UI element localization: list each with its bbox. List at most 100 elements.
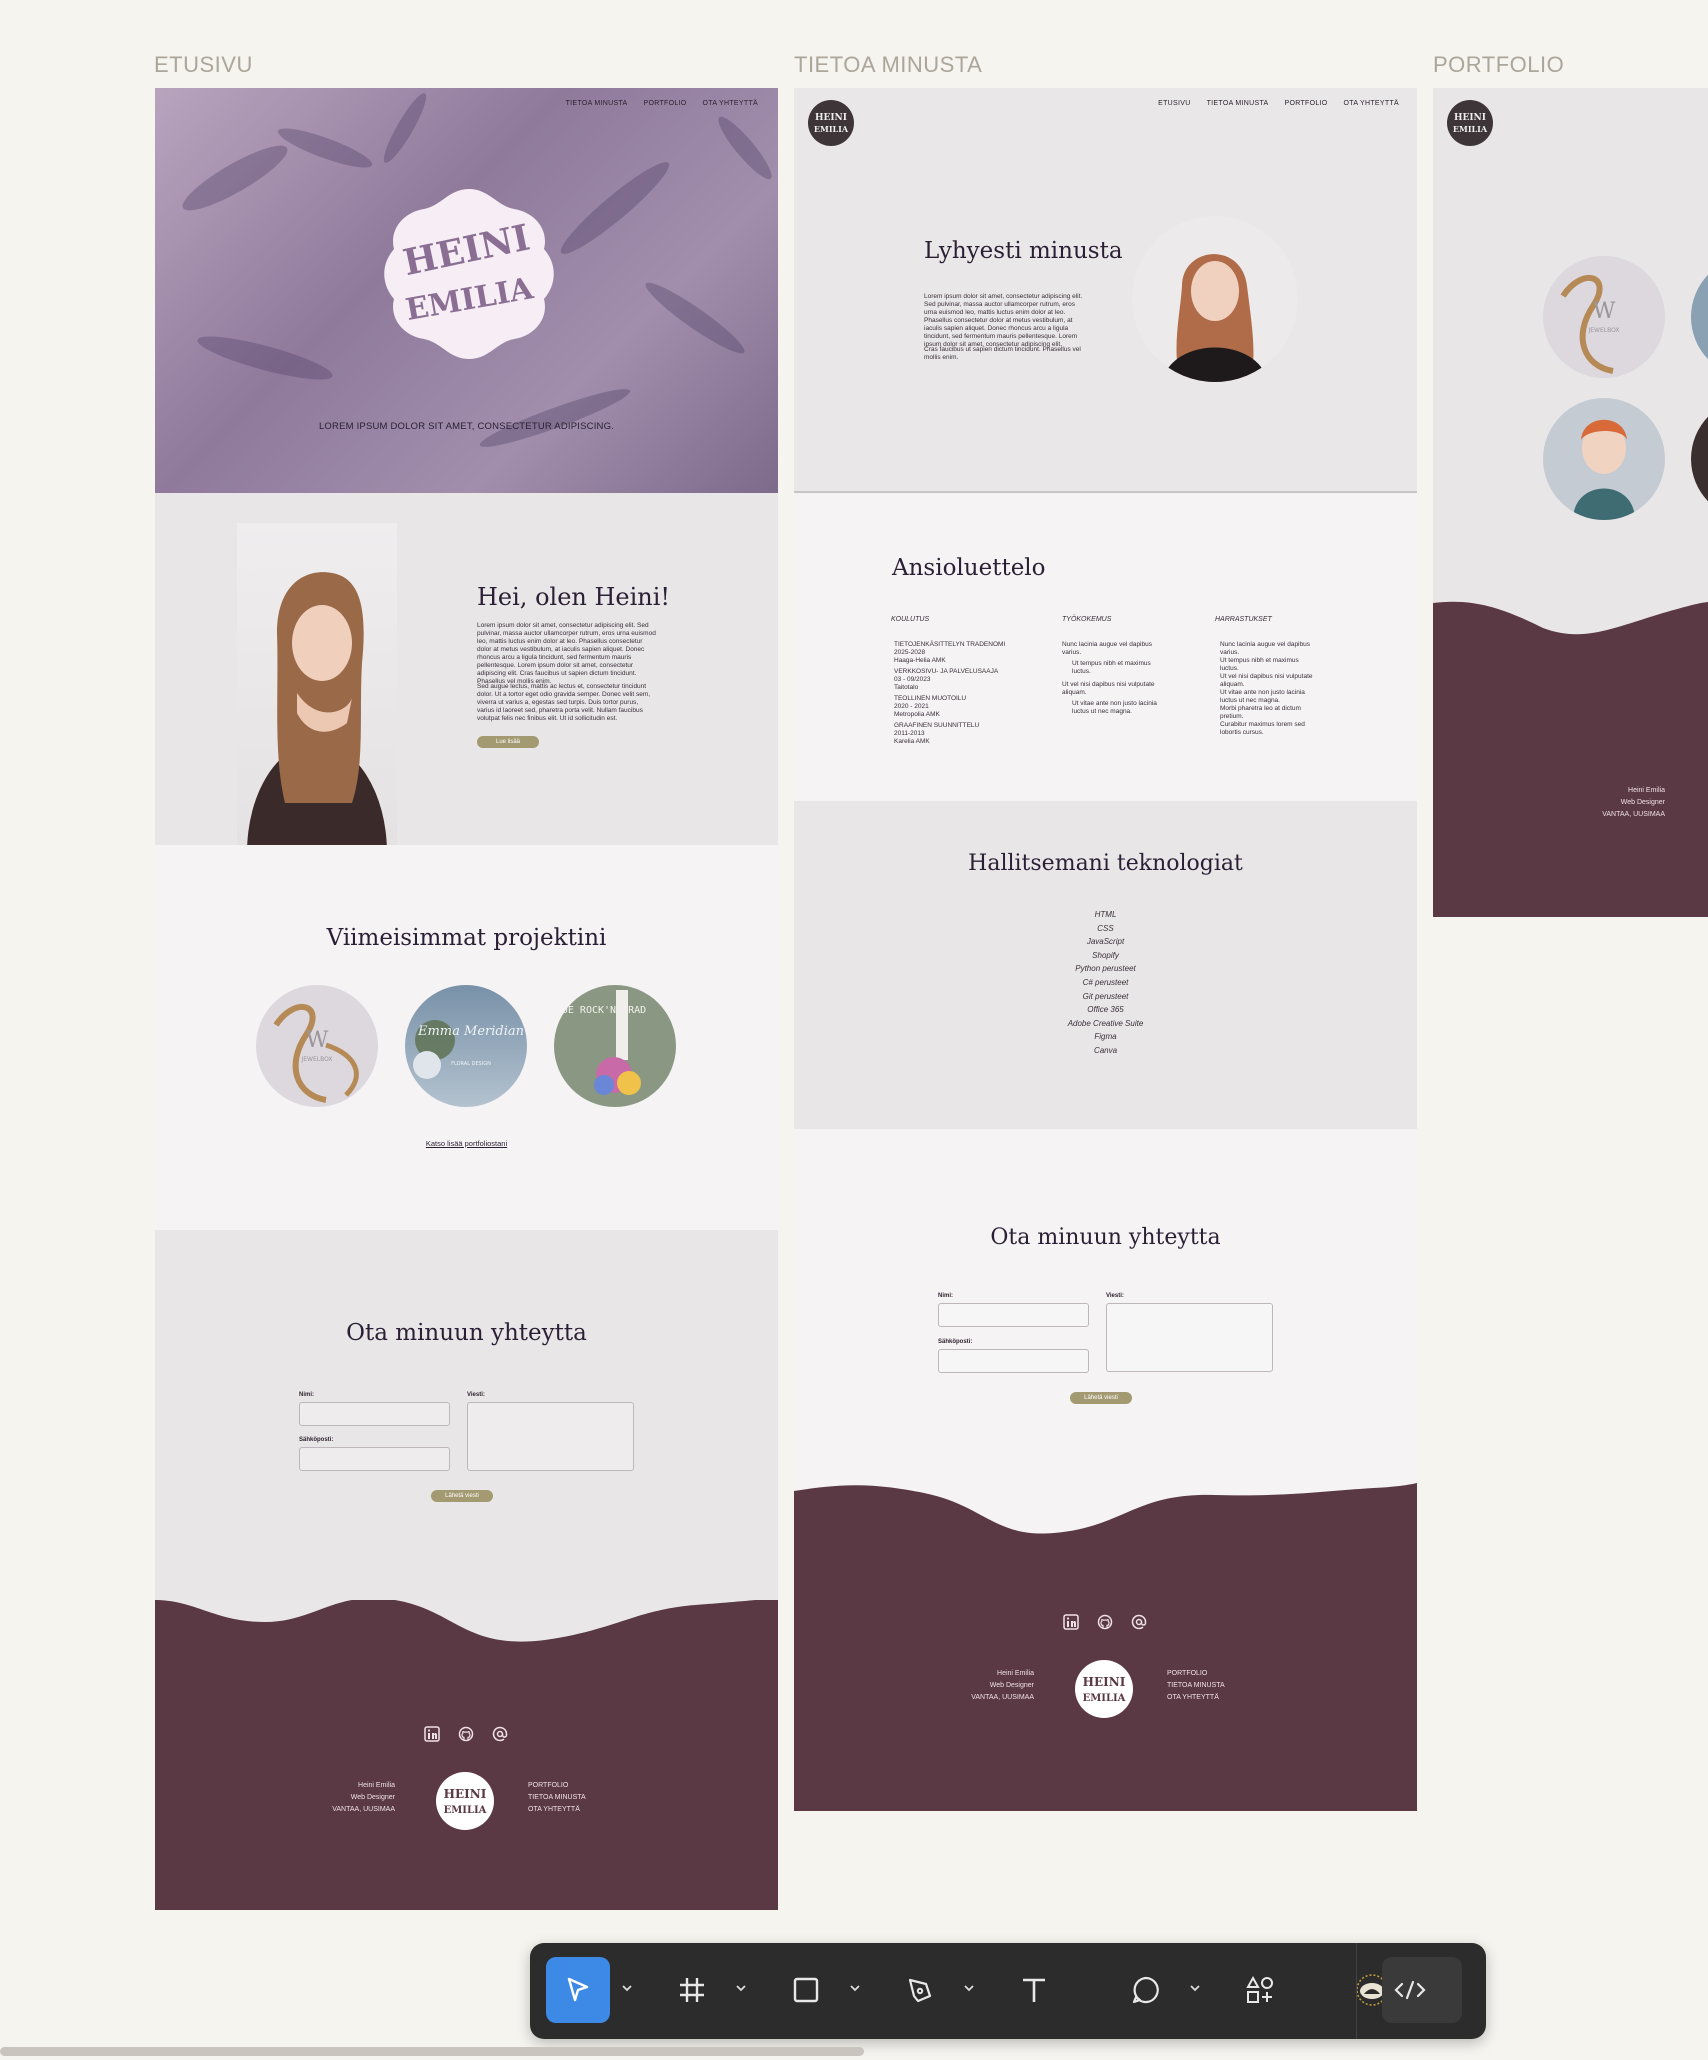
- frame-tietoa-minusta[interactable]: HEINI EMILIA ETUSIVU TIETOA MINUSTA PORTF…: [794, 88, 1417, 1811]
- frame-tool-chevron-icon[interactable]: [734, 1981, 748, 1995]
- footer-name: Heini Emilia: [1628, 787, 1665, 794]
- project-thumb-rocknrad[interactable]: JOE ROCK'N TRAD: [554, 985, 676, 1107]
- linkedin-icon[interactable]: [423, 1725, 441, 1743]
- frame-label-tietoa[interactable]: TIETOA MINUSTA: [794, 52, 982, 78]
- nav-yhteys[interactable]: OTA YHTEYTTÄ: [1344, 100, 1399, 107]
- code-brackets-icon: [1394, 1980, 1426, 2000]
- email-field[interactable]: [938, 1349, 1089, 1373]
- name-label: Nimi:: [299, 1392, 314, 1398]
- send-button[interactable]: Lähetä viesti: [1070, 1392, 1132, 1404]
- frame-tool-button[interactable]: [660, 1957, 724, 2023]
- nav-etusivu[interactable]: ETUSIVU: [1158, 100, 1190, 107]
- message-field[interactable]: [1106, 1303, 1273, 1372]
- move-tool-chevron-icon[interactable]: [620, 1981, 634, 1995]
- dev-mode-toggle[interactable]: [1382, 1957, 1462, 2023]
- comment-tool-chevron-icon[interactable]: [1188, 1981, 1202, 1995]
- footer-link-tietoa[interactable]: TIETOA MINUSTA: [528, 1792, 586, 1804]
- portrait-photo: [237, 523, 397, 963]
- footer-place: VANTAA, UUSIMAA: [971, 1694, 1034, 1701]
- send-button[interactable]: Lähetä viesti: [431, 1490, 493, 1502]
- cv-harrastukset-list: Nunc lacinia augue vel dapibus varius. U…: [1220, 641, 1314, 737]
- contact-title: Ota minuun yhteytta: [346, 1320, 587, 1346]
- footer-role: Web Designer: [1620, 799, 1665, 806]
- cv-tyokokemus-list: Nunc lacinia augue vel dapibus varius. U…: [1062, 641, 1162, 716]
- name-field[interactable]: [299, 1402, 450, 1426]
- frame-label-portfolio[interactable]: PORTFOLIO: [1433, 52, 1564, 78]
- harrastus-item: Ut tempus nibh et maximus luctus.: [1220, 657, 1299, 672]
- pen-tool-button[interactable]: [888, 1957, 952, 2023]
- tyo-item: Nunc lacinia augue vel dapibus varius.: [1062, 641, 1152, 656]
- cv-title: Ansioluettelo: [892, 555, 1046, 581]
- footer-name: Heini Emilia: [358, 1782, 395, 1789]
- footer-links: PORTFOLIO TIETOA MINUSTA OTA YHTEYTTÄ: [1167, 1668, 1225, 1704]
- portfolio-logo[interactable]: HEINI EMILIA: [1447, 100, 1493, 146]
- tietoa-logo[interactable]: HEINI EMILIA: [808, 100, 854, 146]
- text-tool-button[interactable]: [1002, 1957, 1066, 2023]
- cv-section: Ansioluettelo KOULUTUS TYÖKOKEMUS HARRAS…: [794, 493, 1417, 801]
- shape-tool-button[interactable]: [774, 1957, 838, 2023]
- tyo-item: Ut vitae ante non justo lacinia luctus u…: [1072, 700, 1157, 715]
- footer-link-yhteys[interactable]: OTA YHTEYTTÄ: [1167, 1692, 1225, 1704]
- email-label: Sähköposti:: [938, 1339, 973, 1345]
- portfolio-footer: Heini Emilia Web Designer VANTAA, UUSIMA…: [1433, 598, 1708, 917]
- tech-item: CSS: [1097, 923, 1114, 933]
- linkedin-icon[interactable]: [1062, 1613, 1080, 1631]
- read-more-button[interactable]: Lue lisää: [477, 736, 539, 748]
- project-thumb-floral[interactable]: Emma Meridian FLORAL DESIGN: [405, 985, 527, 1107]
- intro-title: Hei, olen Heini!: [477, 583, 671, 611]
- github-icon[interactable]: [457, 1725, 475, 1743]
- tietoa-footer: Heini Emilia Web Designer VANTAA, UUSIMA…: [794, 1483, 1417, 1811]
- nav-yhteys[interactable]: OTA YHTEYTTÄ: [703, 100, 758, 107]
- tech-item: Canva: [1093, 1045, 1118, 1055]
- frame-portfolio[interactable]: HEINI EMILIA W JEWELBOX Heini Emilia Web …: [1433, 88, 1708, 917]
- portfolio-thumb-4[interactable]: [1691, 398, 1708, 520]
- email-label: Sähköposti:: [299, 1437, 334, 1443]
- message-label: Viesti:: [467, 1392, 485, 1398]
- pen-tool-chevron-icon[interactable]: [962, 1981, 976, 1995]
- tech-item: Office 365: [1087, 1005, 1124, 1015]
- nav-tietoa[interactable]: TIETOA MINUSTA: [1207, 100, 1269, 107]
- thumb-jewelbox-sub: JEWELBOX: [1587, 327, 1619, 334]
- shape-tool-chevron-icon[interactable]: [848, 1981, 862, 1995]
- projects-title: Viimeisimmat projektini: [326, 925, 607, 951]
- comment-tool-button[interactable]: [1114, 1957, 1178, 2023]
- frame-etusivu[interactable]: TIETOA MINUSTA PORTFOLIO OTA YHTEYTTÄ HE…: [155, 88, 778, 1910]
- portfolio-thumb-illustration[interactable]: [1543, 398, 1665, 520]
- footer-link-tietoa[interactable]: TIETOA MINUSTA: [1167, 1680, 1225, 1692]
- nav-portfolio[interactable]: PORTFOLIO: [1285, 100, 1328, 107]
- email-field[interactable]: [299, 1447, 450, 1471]
- at-email-icon[interactable]: [491, 1725, 509, 1743]
- footer-link-yhteys[interactable]: OTA YHTEYTTÄ: [528, 1804, 586, 1816]
- thumb-jewelbox-sub: JEWELBOX: [300, 1056, 332, 1063]
- github-icon[interactable]: [1096, 1613, 1114, 1631]
- cv-header-koulutus: KOULUTUS: [891, 616, 930, 623]
- footer-links: PORTFOLIO TIETOA MINUSTA OTA YHTEYTTÄ: [528, 1780, 586, 1816]
- footer-link-portfolio[interactable]: PORTFOLIO: [528, 1780, 586, 1792]
- message-field[interactable]: [467, 1402, 634, 1471]
- svg-text:EMILIA: EMILIA: [1083, 1693, 1126, 1704]
- footer-logo: HEINI EMILIA: [436, 1772, 494, 1830]
- portfolio-thumb-jewelbox[interactable]: W JEWELBOX: [1543, 256, 1665, 378]
- footer-link-portfolio[interactable]: PORTFOLIO: [1167, 1668, 1225, 1680]
- footer-name: Heini Emilia: [997, 1670, 1034, 1677]
- nav-portfolio[interactable]: PORTFOLIO: [644, 100, 687, 107]
- name-field[interactable]: [938, 1303, 1089, 1327]
- portfolio-link[interactable]: Katso lisää portfoliostani: [155, 1139, 778, 1148]
- move-tool-button[interactable]: [546, 1957, 610, 2023]
- at-email-icon[interactable]: [1130, 1613, 1148, 1631]
- frame-label-etusivu[interactable]: ETUSIVU: [154, 52, 253, 78]
- assets-tool-button[interactable]: [1228, 1957, 1292, 2023]
- koulutus-item: GRAAFINEN SUUNNITTELU 2011-2013 Karelia AM…: [894, 722, 980, 745]
- harrastus-item: Morbi pharetra leo at dictum pretium.: [1220, 705, 1301, 720]
- about-title: Lyhyesti minusta: [924, 238, 1123, 264]
- harrastus-item: Ut vel nisi dapibus nisi vulputate aliqu…: [1220, 673, 1313, 688]
- about-portrait: [1132, 216, 1298, 382]
- cursor-arrow-icon: [567, 1977, 589, 2002]
- koulutus-item: TEOLLINEN MUOTOILU 2020 - 2021 Metropolia …: [894, 695, 967, 718]
- portfolio-thumb-2[interactable]: [1691, 256, 1708, 378]
- horizontal-scrollbar[interactable]: [0, 2047, 864, 2056]
- cv-koulutus-list: TIETOJENKÄSITTELYN TRADENOMI 2025-2028 Haa…: [894, 641, 1014, 746]
- footer-contact-block: Heini Emilia Web Designer VANTAA, UUSIMA…: [315, 1780, 395, 1816]
- project-thumb-jewelbox[interactable]: W JEWELBOX: [256, 985, 378, 1107]
- nav-tietoa[interactable]: TIETOA MINUSTA: [566, 100, 628, 107]
